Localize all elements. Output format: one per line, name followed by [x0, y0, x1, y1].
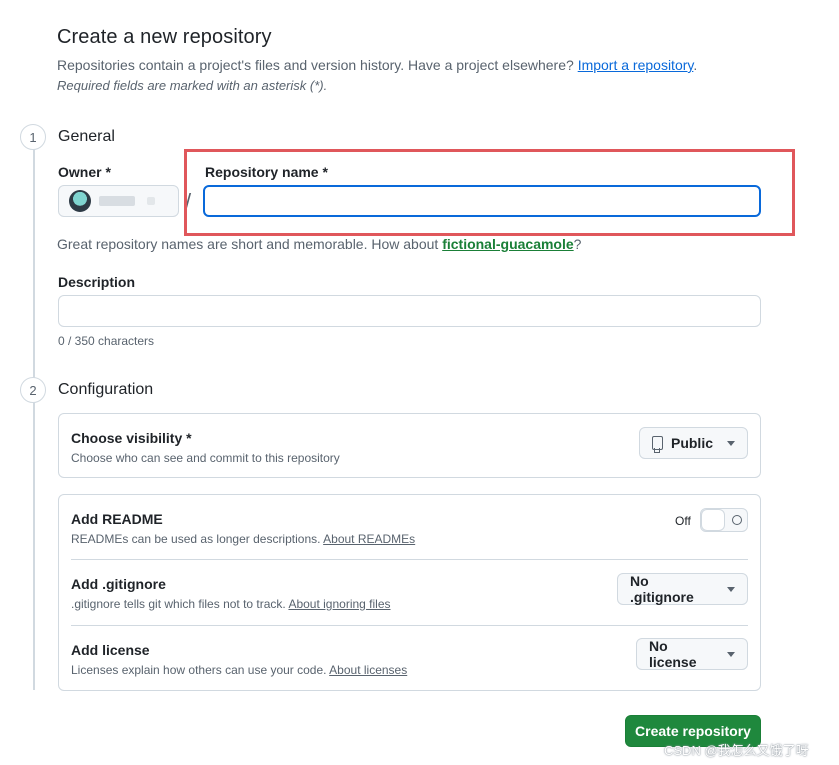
import-repository-link[interactable]: Import a repository — [578, 57, 694, 73]
license-title: Add license — [71, 642, 150, 658]
owner-select-button[interactable] — [58, 185, 179, 217]
chevron-down-icon — [727, 651, 735, 657]
intro-text-end: . — [693, 57, 698, 73]
visibility-description: Choose who can see and commit to this re… — [71, 451, 340, 465]
visibility-title: Choose visibility * — [71, 430, 192, 446]
readme-description: READMEs can be used as longer descriptio… — [71, 532, 415, 546]
page-title: Create a new repository — [57, 26, 272, 48]
visibility-card: Choose visibility * Choose who can see a… — [58, 413, 761, 478]
toggle-off-icon — [732, 515, 742, 525]
gitignore-description-text: .gitignore tells git which files not to … — [71, 597, 289, 611]
configuration-section-title: Configuration — [58, 381, 154, 398]
divider — [71, 559, 748, 560]
avatar — [69, 190, 91, 212]
step-2-badge: 2 — [20, 377, 46, 403]
watermark: CSDN @我怎么又饿了呀 — [664, 743, 809, 758]
readme-toggle-label: Off — [675, 514, 691, 528]
license-description-text: Licenses explain how others can use your… — [71, 663, 330, 677]
step-1-badge: 1 — [20, 124, 46, 150]
about-readmes-link[interactable]: About READMEs — [323, 532, 415, 546]
repository-options-card: Add README READMEs can be used as longer… — [58, 494, 761, 691]
gitignore-title: Add .gitignore — [71, 576, 166, 592]
gitignore-value: No .gitignore — [630, 573, 694, 605]
about-ignoring-files-link[interactable]: About ignoring files — [288, 597, 390, 611]
owner-name-redacted-tail — [147, 197, 155, 205]
description-label: Description — [58, 274, 136, 290]
license-value: No license — [649, 638, 697, 670]
gitignore-dropdown[interactable]: No .gitignore — [617, 573, 748, 605]
chevron-down-icon — [727, 586, 735, 592]
chevron-down-icon — [727, 440, 735, 446]
intro-text-body: Repositories contain a project's files a… — [57, 57, 578, 73]
readme-description-text: READMEs can be used as longer descriptio… — [71, 532, 324, 546]
hint-text: Great repository names are short and mem… — [57, 236, 443, 252]
toggle-knob — [701, 509, 725, 531]
license-dropdown[interactable]: No license — [636, 638, 748, 670]
about-licenses-link[interactable]: About licenses — [329, 663, 407, 677]
step-rail — [33, 148, 35, 690]
owner-label: Owner * — [58, 164, 111, 180]
description-char-count: 0 / 350 characters — [58, 334, 155, 348]
repo-icon — [652, 436, 663, 453]
gitignore-description: .gitignore tells git which files not to … — [71, 597, 391, 611]
repository-name-hint: Great repository names are short and mem… — [57, 236, 581, 252]
divider — [71, 625, 748, 626]
visibility-value: Public — [670, 435, 713, 451]
readme-toggle[interactable] — [700, 508, 748, 532]
owner-name-redacted — [99, 196, 135, 206]
intro-text: Repositories contain a project's files a… — [57, 57, 697, 73]
name-suggestion-link[interactable]: fictional-guacamole — [442, 236, 573, 252]
description-input[interactable] — [58, 295, 761, 327]
visibility-dropdown[interactable]: Public — [639, 427, 748, 459]
general-section-title: General — [58, 128, 115, 145]
hint-end: ? — [573, 236, 582, 252]
readme-title: Add README — [71, 511, 163, 527]
license-description: Licenses explain how others can use your… — [71, 663, 407, 677]
annotation-highlight-box — [184, 149, 795, 236]
required-fields-note: Required fields are marked with an aster… — [57, 78, 328, 93]
